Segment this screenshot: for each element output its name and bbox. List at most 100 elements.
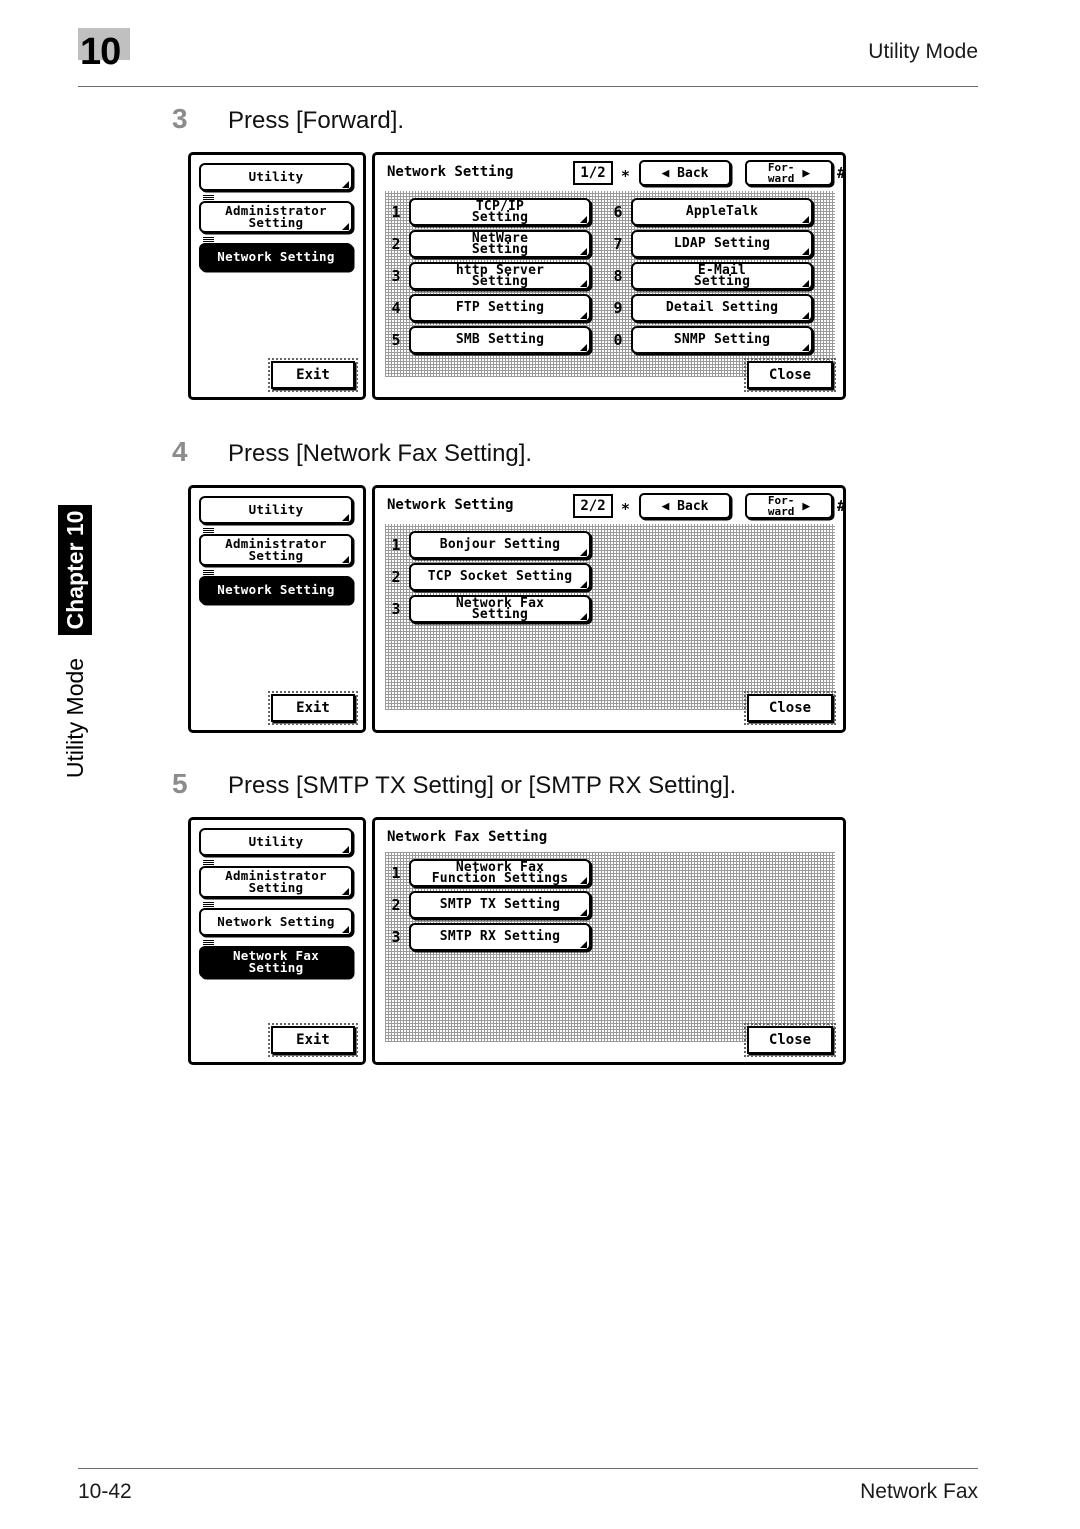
menu-button-1[interactable]: Bonjour Setting bbox=[409, 531, 591, 559]
menu-item-number: 1 bbox=[391, 864, 401, 882]
tree-item-1[interactable]: Utility bbox=[199, 496, 353, 524]
submenu-arrow-icon bbox=[580, 941, 587, 948]
menu-button-6[interactable]: AppleTalk bbox=[631, 198, 813, 226]
lcd-menu-tree: Utility Administrator Setting Network Setti… bbox=[188, 152, 366, 400]
menu-button-5[interactable]: SMB Setting bbox=[409, 326, 591, 354]
page-header: 10 Utility Mode bbox=[78, 28, 978, 87]
menu-button-label: SMTP TX Setting bbox=[439, 897, 561, 913]
chapter-number: 10 bbox=[80, 31, 121, 73]
lcd-panel-3: Utility Administrator Setting Network Setti… bbox=[188, 817, 846, 1065]
menu-button-label: Network Fax Function Settings bbox=[431, 859, 569, 886]
menu-row: 1 Network Fax Function Settings bbox=[387, 858, 597, 888]
menu-button-label: SNMP Setting bbox=[673, 332, 771, 348]
lcd-item-grid: 1 TCP/IP Setting 2 NetWare Setting 3 http Serve… bbox=[385, 191, 835, 377]
menu-button-1[interactable]: TCP/IP Setting bbox=[409, 198, 591, 226]
exit-button-label: Exit bbox=[296, 1032, 330, 1048]
menu-item-number: 4 bbox=[391, 299, 401, 317]
menu-button-3[interactable]: http Server Setting bbox=[409, 262, 591, 290]
submenu-arrow-icon bbox=[802, 312, 809, 319]
menu-row: 2 SMTP TX Setting bbox=[387, 890, 597, 920]
star-key-icon[interactable]: ∗ bbox=[621, 164, 630, 182]
tree-item-2[interactable]: Administrator Setting bbox=[199, 866, 353, 898]
submenu-arrow-icon bbox=[802, 248, 809, 255]
submenu-arrow-icon bbox=[342, 181, 349, 188]
menu-button-label: AppleTalk bbox=[685, 204, 759, 220]
tree-item-label: Network Setting bbox=[217, 582, 335, 597]
menu-item-number: 5 bbox=[391, 331, 401, 349]
exit-button-label: Exit bbox=[296, 367, 330, 383]
chapter-tab-label: Chapter 10 bbox=[62, 510, 88, 630]
close-button[interactable]: Close bbox=[744, 358, 836, 392]
tree-connector bbox=[203, 939, 214, 945]
tree-item-3[interactable]: Network Setting bbox=[199, 908, 353, 936]
menu-row: 8 E-Mail Setting bbox=[609, 261, 819, 291]
menu-button-8[interactable]: E-Mail Setting bbox=[631, 262, 813, 290]
menu-button-1[interactable]: Network Fax Function Settings bbox=[409, 859, 591, 887]
menu-row: 1 TCP/IP Setting bbox=[387, 197, 597, 227]
exit-button[interactable]: Exit bbox=[268, 691, 358, 725]
forward-button[interactable]: For-ward ▶ bbox=[745, 493, 833, 519]
menu-item-number: 9 bbox=[613, 299, 623, 317]
menu-button-2[interactable]: TCP Socket Setting bbox=[409, 563, 591, 591]
menu-button-2[interactable]: NetWare Setting bbox=[409, 230, 591, 258]
hash-key-icon[interactable]: # bbox=[837, 164, 846, 182]
menu-button-label: E-Mail Setting bbox=[693, 262, 751, 289]
right-arrow-icon: ▶ bbox=[802, 498, 811, 514]
menu-button-4[interactable]: FTP Setting bbox=[409, 294, 591, 322]
tree-item-3-selected[interactable]: Network Setting bbox=[199, 576, 353, 604]
star-key-icon[interactable]: ∗ bbox=[621, 497, 630, 515]
submenu-arrow-icon bbox=[342, 926, 349, 933]
menu-button-label: NetWare Setting bbox=[471, 230, 529, 257]
hash-key-icon[interactable]: # bbox=[837, 497, 846, 515]
tree-item-3-selected[interactable]: Network Setting bbox=[199, 243, 353, 271]
lcd-screen-title: Network Setting bbox=[387, 497, 514, 513]
menu-button-3[interactable]: SMTP RX Setting bbox=[409, 923, 591, 951]
menu-row: 2 NetWare Setting bbox=[387, 229, 597, 259]
menu-button-label: SMTP RX Setting bbox=[439, 929, 561, 945]
menu-button-label: Network Fax Setting bbox=[455, 595, 545, 622]
menu-button-label: TCP/IP Setting bbox=[471, 198, 529, 225]
menu-button-label: TCP Socket Setting bbox=[427, 569, 573, 585]
tree-item-2[interactable]: Administrator Setting bbox=[199, 201, 353, 233]
submenu-arrow-icon bbox=[580, 613, 587, 620]
submenu-arrow-icon bbox=[580, 581, 587, 588]
menu-button-label: LDAP Setting bbox=[673, 236, 771, 252]
submenu-arrow-icon bbox=[580, 549, 587, 556]
lcd-menu-tree: Utility Administrator Setting Network Setti… bbox=[188, 817, 366, 1065]
tree-item-1[interactable]: Utility bbox=[199, 163, 353, 191]
menu-button-3[interactable]: Network Fax Setting bbox=[409, 595, 591, 623]
step-instruction: Press [SMTP TX Setting] or [SMTP RX Sett… bbox=[228, 772, 737, 799]
submenu-arrow-icon bbox=[580, 280, 587, 287]
lcd-screen-title: Network Fax Setting bbox=[387, 829, 548, 845]
menu-button-0[interactable]: SNMP Setting bbox=[631, 326, 813, 354]
tree-item-label: Administrator Setting bbox=[225, 536, 327, 563]
step-number: 5 bbox=[172, 768, 188, 799]
forward-button-label: For-ward bbox=[768, 162, 795, 184]
step-instruction: Press [Network Fax Setting]. bbox=[228, 440, 533, 467]
tree-connector bbox=[203, 527, 214, 533]
tree-item-label: Network Setting bbox=[217, 914, 335, 929]
menu-row: 0 SNMP Setting bbox=[609, 325, 819, 355]
step-instruction: Press [Forward]. bbox=[228, 107, 405, 134]
tree-item-1[interactable]: Utility bbox=[199, 828, 353, 856]
close-button[interactable]: Close bbox=[744, 691, 836, 725]
tree-item-2[interactable]: Administrator Setting bbox=[199, 534, 353, 566]
submenu-arrow-icon bbox=[802, 344, 809, 351]
back-button-label: Back bbox=[677, 498, 709, 514]
menu-row: 7 LDAP Setting bbox=[609, 229, 819, 259]
submenu-arrow-icon bbox=[342, 514, 349, 521]
menu-button-9[interactable]: Detail Setting bbox=[631, 294, 813, 322]
footer-page-number: 10-42 bbox=[78, 1480, 132, 1503]
close-button[interactable]: Close bbox=[744, 1023, 836, 1057]
back-button[interactable]: ◀ Back bbox=[639, 160, 731, 186]
menu-item-number: 2 bbox=[391, 896, 401, 914]
menu-button-2[interactable]: SMTP TX Setting bbox=[409, 891, 591, 919]
tree-item-4-selected[interactable]: Network Fax Setting bbox=[199, 946, 353, 978]
exit-button[interactable]: Exit bbox=[268, 358, 358, 392]
menu-button-7[interactable]: LDAP Setting bbox=[631, 230, 813, 258]
forward-button[interactable]: For-ward ▶ bbox=[745, 160, 833, 186]
back-button[interactable]: ◀ Back bbox=[639, 493, 731, 519]
lcd-item-grid: 1 Network Fax Function Settings 2 SMTP TX Se… bbox=[385, 852, 835, 1042]
tree-item-label: Network Fax Setting bbox=[232, 948, 320, 975]
exit-button[interactable]: Exit bbox=[268, 1023, 358, 1057]
